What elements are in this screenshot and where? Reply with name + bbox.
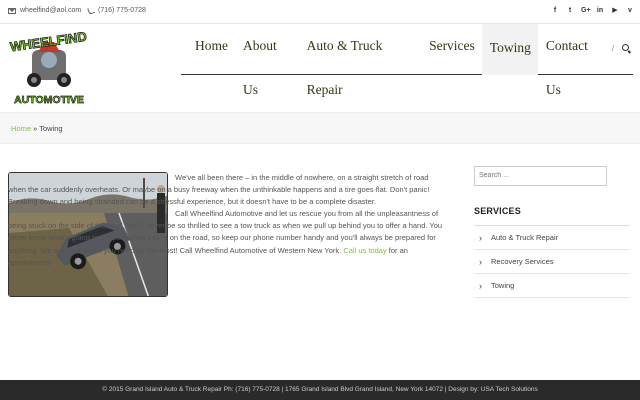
services-heading: SERVICES [474,206,630,226]
nav-services[interactable]: Services [422,24,483,75]
nav-home[interactable]: Home [181,24,236,75]
breadcrumb-separator: » [31,124,40,133]
content-paragraph-1: We've all been there – in the middle of … [8,173,430,207]
services-list: Auto & Truck Repair Recovery Services To… [474,226,630,298]
email-text[interactable]: wheelfind@aol.com [20,7,81,14]
twitter-icon[interactable]: t [566,6,574,16]
nav-separator: / [611,44,614,53]
phone-icon [86,6,96,15]
breadcrumb-current: Towing [39,124,63,133]
service-item-towing[interactable]: Towing [474,274,630,298]
nav-contact-us[interactable]: Contact Us [538,24,609,97]
phone-contact[interactable]: (716) 775-0728 [86,6,146,15]
email-contact[interactable]: wheelfind@aol.com [8,7,81,14]
google-plus-icon[interactable]: G+ [581,6,591,16]
nav-auto-truck-repair[interactable]: Auto & Truck Repair [299,24,421,97]
breadcrumb-bar: Home » Towing [0,112,640,144]
call-us-today-link[interactable]: Call us today [343,246,386,255]
site-footer: © 2015 Grand Island Auto & Truck Repair … [0,380,640,400]
svg-text:AUTOMOTIVE: AUTOMOTIVE [14,94,84,106]
service-item-auto-truck-repair[interactable]: Auto & Truck Repair [474,226,630,250]
footer-text: © 2015 Grand Island Auto & Truck Repair … [102,386,538,393]
top-bar: wheelfind@aol.com (716) 775-0728 f t G+ … [0,0,640,24]
breadcrumb-home-link[interactable]: Home [11,124,31,133]
nav-about-us[interactable]: About Us [236,24,300,97]
site-logo[interactable]: WHEELFIND AUTOMOTIVE [8,28,90,108]
linkedin-icon[interactable]: in [596,6,604,16]
sidebar: SERVICES Auto & Truck Repair Recovery Se… [474,164,630,298]
content-paragraph-2: Call Wheelfind Automotive and let us res… [8,208,444,268]
youtube-icon[interactable]: ▶ [611,6,619,16]
search-input[interactable] [474,165,607,186]
site-header: WHEELFIND AUTOMOTIVE Home About Us Auto … [0,23,640,112]
search-icon[interactable] [620,27,633,71]
social-links: f t G+ in ▶ v [551,6,634,16]
vimeo-icon[interactable]: v [626,6,634,16]
facebook-icon[interactable]: f [551,6,559,16]
envelope-icon [8,7,16,14]
breadcrumb: Home » Towing [11,124,63,133]
nav-towing[interactable]: Towing [482,23,539,75]
towing-content: We've all been there – in the middle of … [8,172,444,269]
logo-graphic: WHEELFIND AUTOMOTIVE [9,28,88,106]
main-navigation: Home About Us Auto & Truck Repair Servic… [181,23,633,97]
phone-text[interactable]: (716) 775-0728 [98,7,146,14]
service-item-recovery-services[interactable]: Recovery Services [474,250,630,274]
